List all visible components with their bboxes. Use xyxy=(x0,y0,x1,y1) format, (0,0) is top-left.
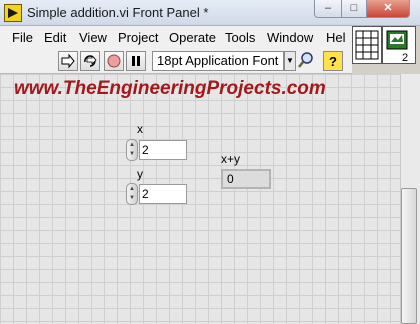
watermark-text: www.TheEngineeringProjects.com xyxy=(14,78,326,99)
y-label: y xyxy=(137,167,143,181)
close-button[interactable]: ✕ xyxy=(366,0,410,18)
maximize-button[interactable]: □ xyxy=(341,0,367,18)
menu-edit[interactable]: Edit xyxy=(44,30,66,45)
y-increment-icon[interactable]: ▲ xyxy=(129,186,135,192)
x-label: x xyxy=(137,122,143,136)
search-icon xyxy=(298,52,313,68)
help-icon: ? xyxy=(329,54,337,69)
vi-instance-count: 2 xyxy=(402,52,409,64)
menu-tools[interactable]: Tools xyxy=(225,30,255,45)
title-bar: Simple addition.vi Front Panel * – □ ✕ xyxy=(0,0,420,26)
connector-pane-grid-icon xyxy=(355,30,379,60)
svg-text:?: ? xyxy=(329,54,337,69)
vi-icon[interactable] xyxy=(382,26,416,64)
help-button[interactable]: ? xyxy=(323,51,343,71)
scrollbar-thumb[interactable] xyxy=(401,188,417,324)
x-numeric-control[interactable]: 2 xyxy=(139,140,187,160)
abort-button[interactable] xyxy=(104,51,124,71)
vi-default-icon xyxy=(386,30,408,50)
run-button[interactable] xyxy=(58,51,78,71)
font-select[interactable]: 18pt Application Font xyxy=(152,51,284,71)
x-decrement-icon[interactable]: ▼ xyxy=(129,151,135,157)
search-button[interactable] xyxy=(297,51,317,71)
pause-icon xyxy=(132,56,140,66)
font-dropdown-arrow-icon[interactable]: ▼ xyxy=(284,51,296,71)
pause-button[interactable] xyxy=(126,51,146,71)
y-decrement-icon[interactable]: ▼ xyxy=(129,195,135,201)
menu-bar: File Edit View Project Operate Tools Win… xyxy=(0,26,352,48)
run-continuously-button[interactable] xyxy=(80,51,100,71)
run-continuously-icon xyxy=(84,55,97,67)
y-numeric-control[interactable]: 2 xyxy=(139,184,187,204)
menu-window[interactable]: Window xyxy=(267,30,313,45)
y-increment-decrement[interactable]: ▲ ▼ xyxy=(126,183,138,205)
menu-file[interactable]: File xyxy=(12,30,33,45)
window-title: Simple addition.vi Front Panel * xyxy=(27,5,209,20)
menu-project[interactable]: Project xyxy=(118,30,158,45)
run-arrow-icon xyxy=(61,53,75,69)
sum-label: x+y xyxy=(221,152,241,166)
menu-help[interactable]: Hel xyxy=(326,30,346,45)
connector-pane[interactable] xyxy=(352,26,382,64)
front-panel[interactable] xyxy=(0,74,400,324)
menu-view[interactable]: View xyxy=(79,30,107,45)
menu-operate[interactable]: Operate xyxy=(169,30,216,45)
x-increment-icon[interactable]: ▲ xyxy=(129,142,135,148)
x-increment-decrement[interactable]: ▲ ▼ xyxy=(126,139,138,161)
toolbar: 18pt Application Font ▼ ? xyxy=(0,48,352,74)
abort-icon xyxy=(107,54,121,68)
labview-app-icon xyxy=(4,4,22,22)
sum-numeric-indicator: 0 xyxy=(221,169,271,189)
minimize-button[interactable]: – xyxy=(314,0,342,18)
